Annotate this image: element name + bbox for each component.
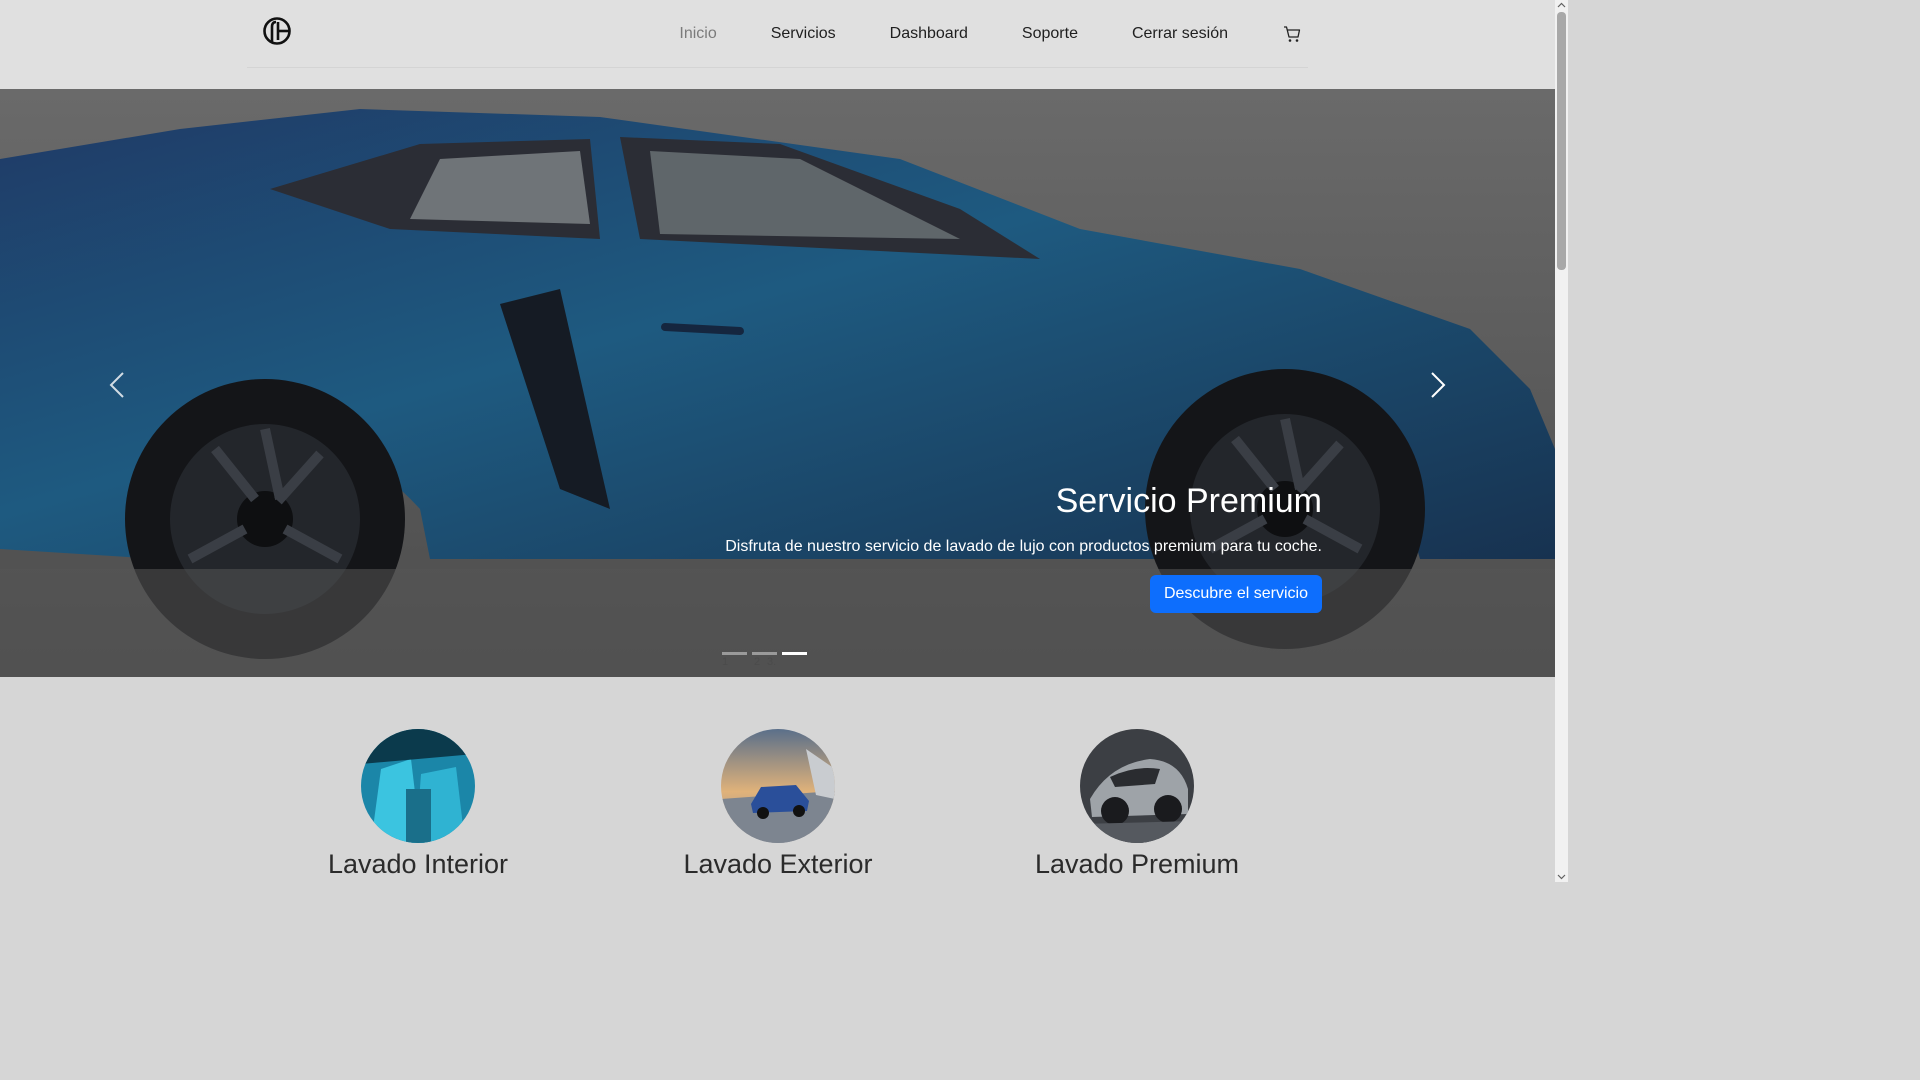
brand-logo[interactable] bbox=[262, 16, 292, 46]
services-section: Lavado Interior Lavado Exterior Lavado P… bbox=[0, 677, 1555, 882]
slide-caption: Servicio Premium Disfruta de nuestro ser… bbox=[522, 479, 1322, 613]
exterior-wash-image bbox=[721, 729, 835, 843]
nav-link-dashboard[interactable]: Dashboard bbox=[890, 25, 968, 43]
indicator-label: 1 bbox=[722, 656, 729, 668]
service-card-premium[interactable]: Lavado Premium bbox=[987, 729, 1287, 880]
service-title-premium: Lavado Premium bbox=[1034, 849, 1240, 879]
scrollbar-thumb[interactable] bbox=[1557, 12, 1566, 270]
slide-text: Disfruta de nuestro servicio de lavado d… bbox=[725, 538, 1322, 555]
header-container: Inicio Servicios Dashboard Soporte Cerra… bbox=[247, 0, 1308, 68]
nav-link-soporte[interactable]: Soporte bbox=[1022, 25, 1078, 43]
carousel-indicator-1[interactable]: 1 bbox=[722, 652, 747, 668]
carousel-next-icon[interactable] bbox=[1418, 365, 1458, 405]
service-card-exterior[interactable]: Lavado Exterior bbox=[628, 729, 928, 880]
carousel-prev-icon[interactable] bbox=[97, 365, 137, 405]
carousel-indicators: 1 2 3. bbox=[722, 652, 812, 668]
service-card-interior[interactable]: Lavado Interior bbox=[268, 729, 568, 880]
carousel-indicator-3[interactable]: 3. bbox=[767, 652, 807, 668]
hero-carousel: Servicio Premium Disfruta de nuestro ser… bbox=[0, 89, 1555, 677]
discover-service-button[interactable]: Descubre el servicio bbox=[1149, 575, 1322, 613]
cart-icon[interactable] bbox=[1282, 24, 1302, 44]
carousel-indicator-2[interactable]: 2 bbox=[752, 652, 777, 668]
indicator-label: 3. bbox=[767, 656, 777, 668]
nav-link-cerrar-sesion[interactable]: Cerrar sesión bbox=[1132, 25, 1228, 43]
main-nav: Inicio Servicios Dashboard Soporte Cerra… bbox=[679, 0, 1308, 67]
interior-wash-image bbox=[361, 729, 475, 843]
page-scrollbar[interactable] bbox=[1555, 0, 1568, 882]
premium-wash-image bbox=[1080, 729, 1194, 843]
service-title-interior: Lavado Interior bbox=[327, 849, 509, 879]
scroll-down-arrow-icon[interactable] bbox=[1557, 872, 1566, 881]
service-title-exterior: Lavado Exterior bbox=[683, 849, 873, 879]
slide-title: Servicio Premium bbox=[1055, 482, 1322, 520]
site-header: Inicio Servicios Dashboard Soporte Cerra… bbox=[0, 0, 1555, 89]
scroll-up-arrow-icon[interactable] bbox=[1557, 1, 1566, 10]
indicator-label: 2 bbox=[754, 656, 761, 668]
nav-link-servicios[interactable]: Servicios bbox=[771, 25, 836, 43]
nav-link-inicio[interactable]: Inicio bbox=[679, 25, 716, 43]
